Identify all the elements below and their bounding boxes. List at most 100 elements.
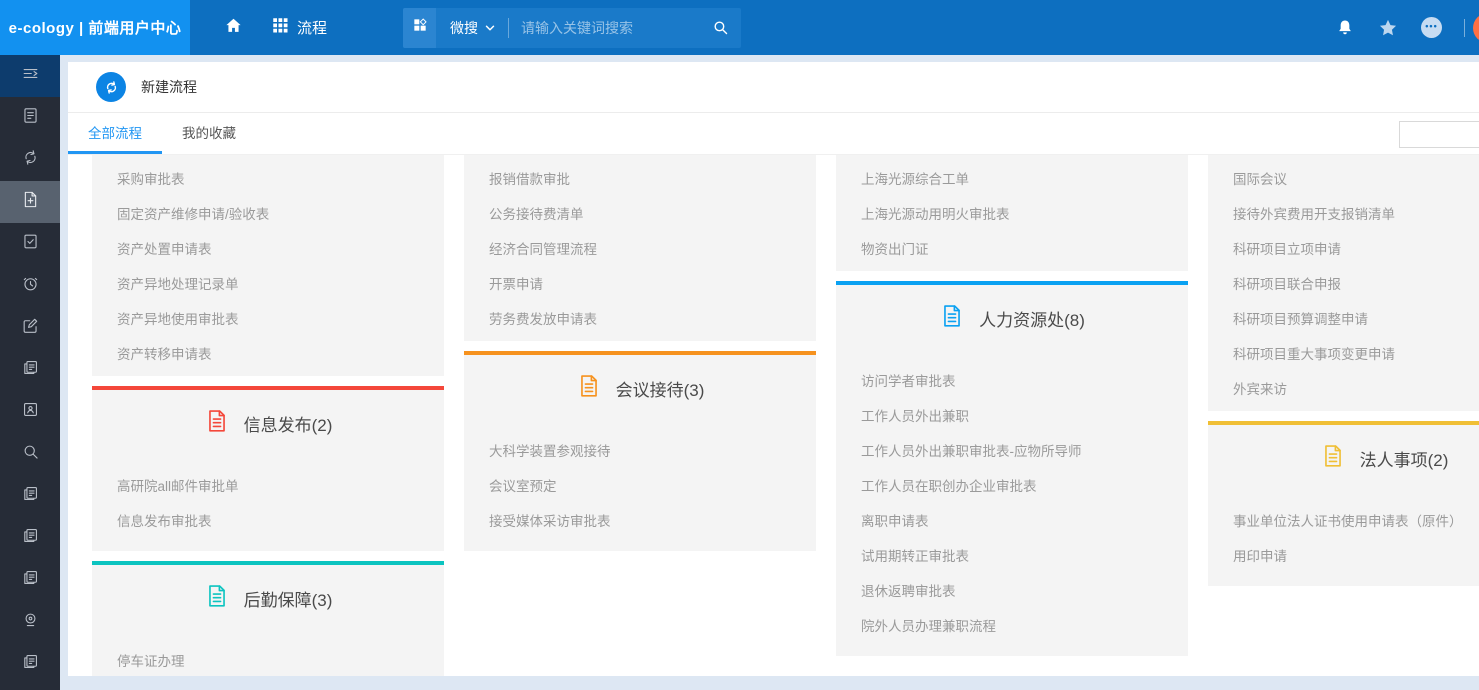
page-title: 新建流程: [141, 77, 197, 97]
workflow-item[interactable]: 资产异地使用审批表: [92, 300, 444, 335]
workflow-item[interactable]: 科研项目重大事项变更申请: [1208, 335, 1479, 370]
workflow-item[interactable]: 科研项目预算调整申请: [1208, 300, 1479, 335]
sidebar-toggle[interactable]: [0, 55, 60, 97]
workflow-item[interactable]: 科研项目联合申报: [1208, 265, 1479, 300]
workflow-item[interactable]: 高研院all邮件审批单: [92, 467, 444, 502]
sidebar-item-reports[interactable]: [0, 97, 60, 139]
workflow-item[interactable]: 大科学装置参观接待: [464, 432, 816, 467]
document-icon: [939, 303, 965, 334]
category-header: 会议接待(3): [464, 355, 816, 404]
workflow-item[interactable]: 资产异地处理记录单: [92, 265, 444, 300]
more-options-button[interactable]: •••: [1421, 17, 1442, 38]
page-header: 新建流程: [68, 62, 1479, 113]
workflow-item[interactable]: 工作人员外出兼职: [836, 397, 1188, 432]
tab-my-favorites[interactable]: 我的收藏: [162, 113, 256, 154]
clock-icon: [21, 274, 40, 298]
id-card-icon: [21, 400, 40, 424]
workflow-item[interactable]: 物资出门证: [836, 230, 1188, 265]
workflow-item[interactable]: 试用期转正审批表: [836, 537, 1188, 572]
workflow-item[interactable]: 访问学者审批表: [836, 362, 1188, 397]
copy-icon: [21, 526, 40, 550]
copy-icon: [21, 568, 40, 592]
category-title: 后勤保障(3): [244, 586, 333, 611]
category-card: 上海光源综合工单上海光源动用明火审批表物资出门证: [836, 155, 1188, 271]
workflow-item[interactable]: 报销借款审批: [464, 160, 816, 195]
search-icon[interactable]: [712, 19, 729, 36]
workflow-item[interactable]: 公务接待费清单: [464, 195, 816, 230]
search-engine-selector[interactable]: 微搜: [450, 18, 496, 38]
sidebar-item-pending[interactable]: [0, 265, 60, 307]
workflow-item-list: 报销借款审批公务接待费清单经济合同管理流程开票申请劳务费发放申请表: [464, 155, 816, 341]
workflow-item[interactable]: 科研项目立项申请: [1208, 230, 1479, 265]
search-divider: [508, 18, 509, 38]
workflow-item[interactable]: 停车证办理: [92, 642, 444, 676]
workflow-item[interactable]: 经济合同管理流程: [464, 230, 816, 265]
sidebar-item-docs-3[interactable]: [0, 517, 60, 559]
document-icon: [1320, 443, 1346, 474]
sidebar-item-docs-5[interactable]: [0, 643, 60, 685]
category-card: 采购审批表固定资产维修申请/验收表资产处置申请表资产异地处理记录单资产异地使用审…: [92, 155, 444, 376]
user-avatar[interactable]: [1473, 13, 1479, 43]
sidebar-item-docs-4[interactable]: [0, 559, 60, 601]
top-navbar: e-cology | 前端用户中心 流程: [0, 0, 1479, 55]
category-header: 后勤保障(3): [92, 565, 444, 614]
workflow-item[interactable]: 用印申请: [1208, 537, 1479, 572]
workflow-item[interactable]: 国际会议: [1208, 160, 1479, 195]
tab-bar: 全部流程 我的收藏: [68, 113, 1479, 155]
favorites-button[interactable]: [1377, 17, 1399, 39]
workflow-item[interactable]: 退休返聘审批表: [836, 572, 1188, 607]
doc-check-icon: [21, 232, 40, 256]
sidebar-item-draft[interactable]: [0, 307, 60, 349]
notifications-button[interactable]: [1335, 18, 1355, 38]
workflow-item[interactable]: 采购审批表: [92, 160, 444, 195]
workflow-item[interactable]: 接受媒体采访审批表: [464, 502, 816, 537]
workflow-item[interactable]: 工作人员外出兼职审批表-应物所导师: [836, 432, 1188, 467]
workflow-item[interactable]: 事业单位法人证书使用申请表（原件）: [1208, 502, 1479, 537]
category-card: 法人事项(2) 事业单位法人证书使用申请表（原件）用印申请: [1208, 421, 1479, 586]
tab-all-workflows[interactable]: 全部流程: [68, 113, 162, 154]
search-icon: [21, 442, 40, 466]
category-title: 法人事项(2): [1360, 446, 1449, 471]
category-title: 人力资源处(8): [979, 306, 1085, 331]
sidebar-item-todo[interactable]: [0, 223, 60, 265]
category-title: 会议接待(3): [616, 376, 705, 401]
workflow-item[interactable]: 院外人员办理兼职流程: [836, 607, 1188, 642]
flow-menu-button[interactable]: 流程: [257, 0, 341, 55]
sidebar-item-search[interactable]: [0, 433, 60, 475]
workflow-filter-input[interactable]: [1399, 121, 1479, 148]
home-button[interactable]: [210, 0, 257, 55]
global-search-bar: 微搜: [403, 8, 741, 48]
workflow-item[interactable]: 固定资产维修申请/验收表: [92, 195, 444, 230]
workflow-item[interactable]: 工作人员在职创办企业审批表: [836, 467, 1188, 502]
sidebar-item-monitor[interactable]: [0, 601, 60, 643]
category-card: 信息发布(2)高研院all邮件审批单信息发布审批表: [92, 386, 444, 551]
workflow-item[interactable]: 资产转移申请表: [92, 335, 444, 370]
sidebar-item-docs-1[interactable]: [0, 349, 60, 391]
workflow-item[interactable]: 离职申请表: [836, 502, 1188, 537]
left-sidebar: [0, 55, 60, 690]
bell-icon: [1335, 18, 1355, 38]
copy-icon: [21, 484, 40, 508]
workflow-item[interactable]: 接待外宾费用开支报销清单: [1208, 195, 1479, 230]
workflow-item[interactable]: 上海光源动用明火审批表: [836, 195, 1188, 230]
sidebar-item-workflow[interactable]: [0, 139, 60, 181]
workflow-column-4: 国际会议接待外宾费用开支报销清单科研项目立项申请科研项目联合申报科研项目预算调整…: [1208, 155, 1479, 596]
copy-icon: [21, 358, 40, 382]
workflow-item[interactable]: 资产处置申请表: [92, 230, 444, 265]
search-scope-button[interactable]: [403, 8, 436, 48]
global-search-input[interactable]: [521, 20, 708, 36]
workflow-item[interactable]: 上海光源综合工单: [836, 160, 1188, 195]
workflow-item-list: 访问学者审批表工作人员外出兼职工作人员外出兼职审批表-应物所导师工作人员在职创办…: [836, 362, 1188, 656]
workflow-column-3: 上海光源综合工单上海光源动用明火审批表物资出门证人力资源处(8) 访问学者审批表工…: [836, 155, 1188, 666]
workflow-item[interactable]: 劳务费发放申请表: [464, 300, 816, 335]
sidebar-item-new-flow[interactable]: [0, 181, 60, 223]
workflow-item[interactable]: 开票申请: [464, 265, 816, 300]
sidebar-item-contacts[interactable]: [0, 391, 60, 433]
apps-grid-icon: [271, 16, 289, 39]
workflow-item[interactable]: 会议室预定: [464, 467, 816, 502]
workflow-item[interactable]: 外宾来访: [1208, 370, 1479, 405]
sidebar-item-docs-2[interactable]: [0, 475, 60, 517]
app-logo[interactable]: e-cology | 前端用户中心: [0, 0, 190, 55]
workflow-item-list: 大科学装置参观接待会议室预定接受媒体采访审批表: [464, 432, 816, 551]
workflow-item[interactable]: 信息发布审批表: [92, 502, 444, 537]
